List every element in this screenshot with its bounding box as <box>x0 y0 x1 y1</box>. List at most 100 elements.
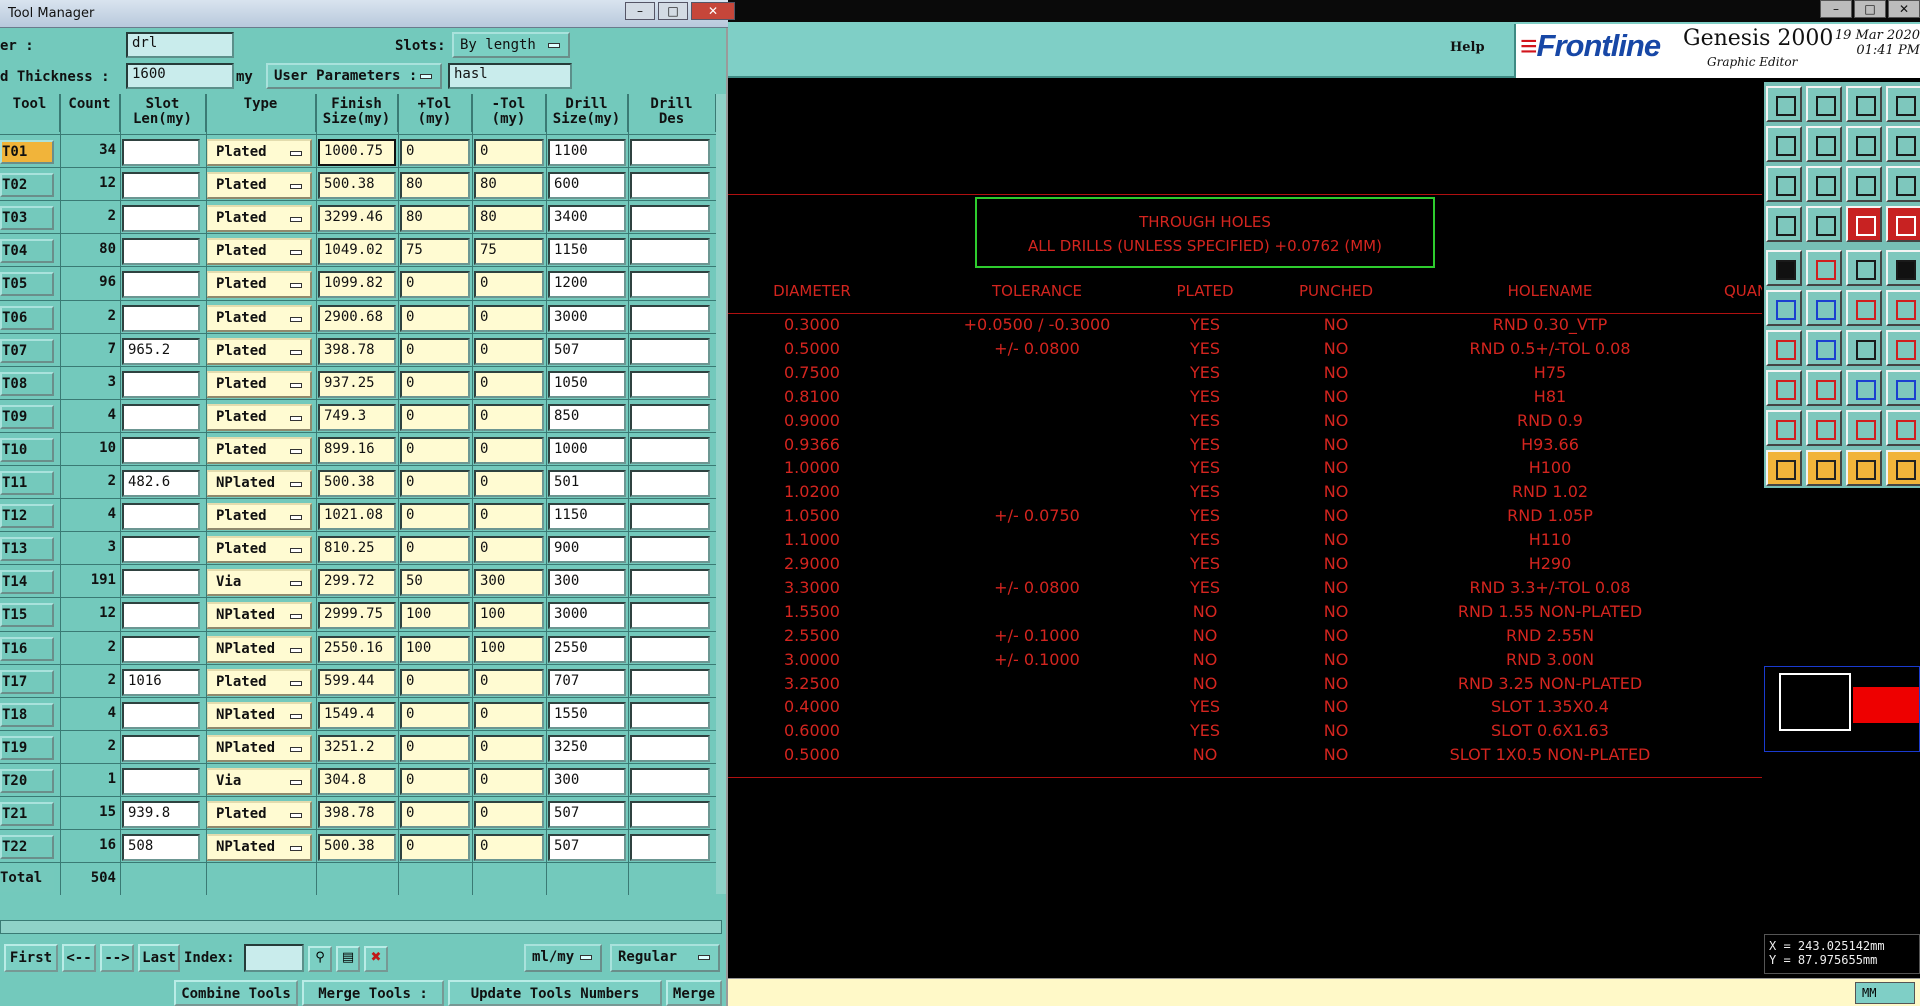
help-icon[interactable] <box>1886 166 1920 202</box>
drill-des-field[interactable] <box>630 767 710 795</box>
plus-tol-field[interactable]: 0 <box>400 304 470 332</box>
home-icon[interactable] <box>1846 86 1882 122</box>
drill-size-field[interactable]: 3000 <box>548 304 626 332</box>
plus-tol-field[interactable]: 0 <box>400 668 470 696</box>
thickness-input[interactable]: 1600 <box>126 63 234 89</box>
plus-tol-field[interactable]: 50 <box>400 569 470 597</box>
horizontal-scrollbar[interactable] <box>0 920 722 934</box>
drill-des-field[interactable] <box>630 370 710 398</box>
minus-tol-field[interactable]: 0 <box>474 304 544 332</box>
vertical-scrollbar[interactable] <box>716 94 726 894</box>
slot-length-field[interactable] <box>122 536 200 564</box>
finish-size-field[interactable]: 3251.2 <box>318 734 396 762</box>
finish-size-field[interactable]: 899.16 <box>318 436 396 464</box>
tool-id-button[interactable]: T17 <box>0 669 54 694</box>
plus-tol-field[interactable]: 0 <box>400 801 470 828</box>
drill-size-field[interactable]: 1150 <box>548 238 626 266</box>
finish-size-field[interactable]: 398.78 <box>318 801 396 828</box>
draw-line-icon[interactable] <box>1766 330 1802 366</box>
type-dropdown[interactable]: Plated <box>206 271 312 299</box>
col-drill-des[interactable]: Drill Des <box>628 94 716 132</box>
connect-icon[interactable] <box>1766 290 1802 326</box>
drill-size-field[interactable]: 1000 <box>548 436 626 464</box>
drill-des-field[interactable] <box>630 834 710 862</box>
minus-tol-field[interactable]: 0 <box>474 734 544 762</box>
save-icon[interactable] <box>1806 86 1842 122</box>
col-minus-tol[interactable]: -Tol (my) <box>472 94 546 132</box>
pan-center-icon[interactable] <box>1806 166 1842 202</box>
minus-tol-field[interactable]: 100 <box>474 635 544 663</box>
zoom-fit-icon[interactable] <box>1846 126 1882 162</box>
layers-icon[interactable] <box>1846 206 1882 242</box>
triangle-icon[interactable] <box>1766 410 1802 446</box>
minus-tol-field[interactable]: 0 <box>474 436 544 464</box>
tm-maximize-button[interactable]: □ <box>658 2 688 20</box>
minus-tol-field[interactable]: 0 <box>474 370 544 398</box>
drill-size-field[interactable]: 707 <box>548 668 626 696</box>
tool-id-button[interactable]: T11 <box>0 471 54 495</box>
minus-tol-field[interactable]: 0 <box>474 801 544 828</box>
first-button[interactable]: First <box>4 944 58 972</box>
plus-tol-field[interactable]: 0 <box>400 370 470 398</box>
drill-des-field[interactable] <box>630 734 710 762</box>
arc-b-icon[interactable] <box>1846 410 1882 446</box>
edit-icon[interactable] <box>1846 450 1882 486</box>
slot-length-field[interactable]: 482.6 <box>122 470 200 497</box>
minus-tol-field[interactable]: 0 <box>474 668 544 696</box>
drill-des-field[interactable] <box>630 304 710 332</box>
slot-length-field[interactable] <box>122 205 200 233</box>
finish-size-field[interactable]: 1549.4 <box>318 701 396 729</box>
col-count[interactable]: Count <box>60 94 120 132</box>
tool-id-button[interactable]: T21 <box>0 802 54 826</box>
drill-size-field[interactable]: 3000 <box>548 602 626 630</box>
type-dropdown[interactable]: Plated <box>206 403 312 431</box>
dash-icon[interactable] <box>1806 370 1842 406</box>
last-button[interactable]: Last <box>138 944 180 972</box>
rotate-icon[interactable] <box>1846 330 1882 366</box>
ruler-icon[interactable] <box>1846 250 1882 286</box>
zoom-out-icon[interactable] <box>1806 126 1842 162</box>
tool-id-button[interactable]: T01 <box>0 140 54 164</box>
scale-1to2-icon[interactable] <box>1846 166 1882 202</box>
tool-id-button[interactable]: T16 <box>0 636 54 661</box>
type-dropdown[interactable]: Via <box>206 767 312 795</box>
minus-tol-field[interactable]: 0 <box>474 767 544 795</box>
delete-icon[interactable]: ✖ <box>364 946 388 972</box>
drill-size-field[interactable]: 600 <box>548 172 626 200</box>
snap-icon[interactable] <box>1766 370 1802 406</box>
slot-length-field[interactable]: 939.8 <box>122 801 200 828</box>
finish-size-field[interactable]: 3299.46 <box>318 205 396 233</box>
pad-icon[interactable] <box>1886 250 1920 286</box>
plus-tol-field[interactable]: 0 <box>400 734 470 762</box>
type-dropdown[interactable]: Via <box>206 569 312 597</box>
search-icon[interactable]: ⚲ <box>308 946 332 972</box>
slots-dropdown[interactable]: By length <box>452 32 570 58</box>
drill-size-field[interactable]: 300 <box>548 569 626 597</box>
plus-tol-field[interactable]: 0 <box>400 767 470 795</box>
merge-button[interactable]: Merge <box>666 980 722 1006</box>
drill-size-field[interactable]: 1150 <box>548 503 626 531</box>
drill-des-field[interactable] <box>630 436 710 464</box>
tool-id-button[interactable]: T13 <box>0 537 54 562</box>
tool-manager-titlebar[interactable]: Tool Manager <box>0 0 728 28</box>
drill-des-field[interactable] <box>630 668 710 696</box>
select-shape-icon[interactable] <box>1806 250 1842 286</box>
slot-length-field[interactable]: 965.2 <box>122 337 200 365</box>
overview-window[interactable] <box>1764 666 1920 752</box>
drill-des-field[interactable] <box>630 503 710 531</box>
drill-des-field[interactable] <box>630 403 710 431</box>
minus-tol-field[interactable]: 0 <box>474 139 544 166</box>
units-button[interactable]: MM <box>1855 982 1915 1004</box>
finish-size-field[interactable]: 937.25 <box>318 370 396 398</box>
minus-tol-field[interactable]: 80 <box>474 172 544 200</box>
drill-des-field[interactable] <box>630 238 710 266</box>
user-parameters-button[interactable]: User Parameters : <box>266 63 442 89</box>
drill-size-field[interactable]: 507 <box>548 834 626 862</box>
type-dropdown[interactable]: NPlated <box>206 734 312 762</box>
slot-length-field[interactable] <box>122 304 200 332</box>
move-icon[interactable] <box>1806 290 1842 326</box>
drill-des-field[interactable] <box>630 172 710 200</box>
arc-a-icon[interactable] <box>1806 410 1842 446</box>
drill-size-field[interactable]: 1100 <box>548 139 626 166</box>
drill-des-field[interactable] <box>630 470 710 497</box>
